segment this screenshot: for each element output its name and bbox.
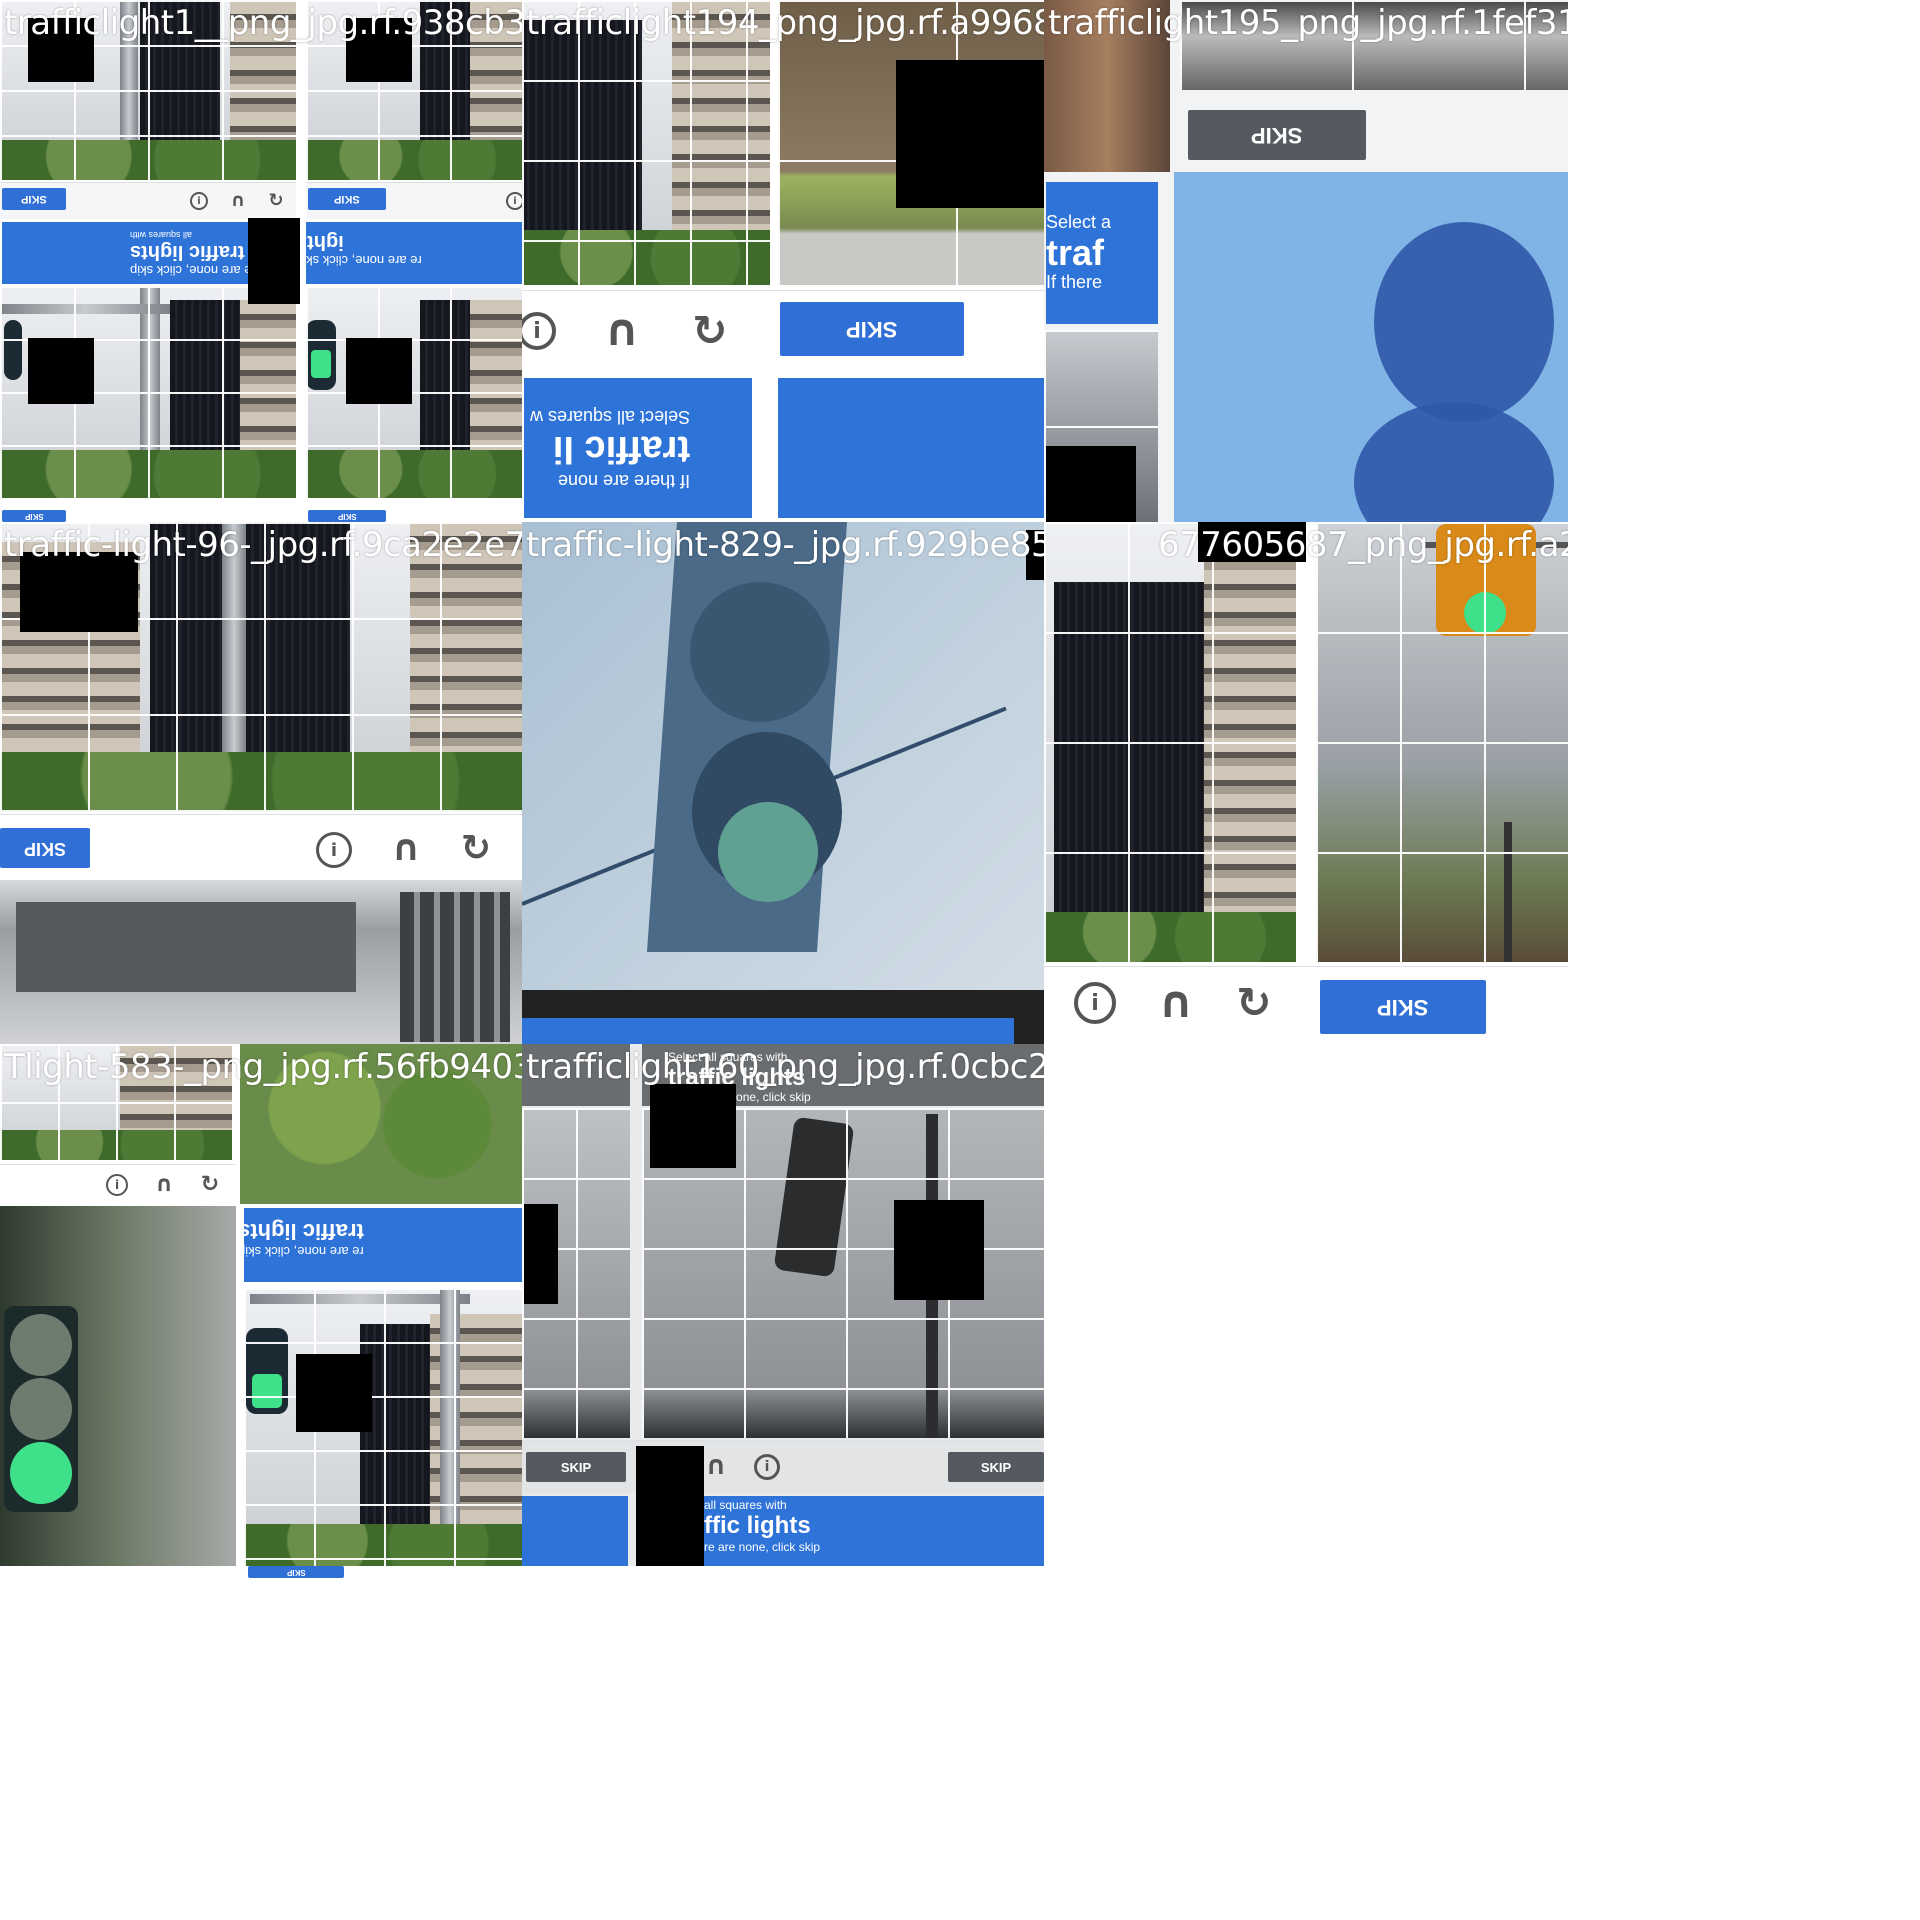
skip-button[interactable]: SKIP — [1188, 110, 1366, 160]
skip-button[interactable]: SKIP — [308, 188, 386, 210]
headphones-icon[interactable]: ∩ — [598, 305, 646, 356]
info-icon[interactable]: i — [106, 1174, 128, 1196]
skip-button[interactable]: SKIP — [948, 1452, 1044, 1482]
reload-icon[interactable]: ↻ — [686, 306, 734, 355]
tile-caption: Tlight-583-_png_jpg.rf.56fb9403cbf5a905 — [4, 1047, 522, 1087]
mosaic-tile-3: SKIP Select a traf If there trafficlight… — [1044, 0, 1568, 522]
skip-button[interactable]: SKIP — [526, 1452, 626, 1482]
info-icon[interactable]: i — [1074, 982, 1116, 1024]
info-icon[interactable]: i — [506, 192, 522, 210]
headphones-icon[interactable]: ∩ — [152, 1172, 176, 1197]
mosaic-tile-7: i ∩ ↻ re are none, click skip traffic li… — [0, 1044, 522, 1566]
mosaic-tile-2: i ∩ ↻ SKIP If there are none traffic li … — [522, 0, 1044, 522]
reload-icon[interactable]: ↻ — [1230, 978, 1278, 1027]
captcha-prompt-banner: re are none, click skip traffic lights — [244, 1208, 522, 1282]
reload-icon[interactable]: ↻ — [456, 828, 496, 869]
tile-caption: traffic-light-829-_jpg.rf.929be854e0b6de… — [526, 525, 1044, 565]
skip-button[interactable]: SKIP — [780, 302, 964, 356]
reload-icon[interactable]: ↻ — [266, 190, 286, 211]
mosaic-tile-8-lower — [522, 1566, 1044, 1920]
headphones-icon[interactable]: ∩ — [228, 190, 248, 211]
headphones-icon[interactable]: ∩ — [1152, 977, 1200, 1028]
empty-area — [1044, 1044, 1920, 1920]
mosaic-tile-5: traffic-light-829-_jpg.rf.929be854e0b6de… — [522, 522, 1044, 1044]
info-icon[interactable]: i — [190, 192, 208, 210]
info-icon[interactable]: i — [754, 1454, 780, 1480]
captcha-prompt-banner: If there are none traffic li Select all … — [524, 378, 752, 518]
tile-caption: traffic-light-96-_jpg.rf.9ca2e2e740ffe72 — [4, 525, 522, 565]
mosaic-tile-6: i ∩ ↻ SKIP 677605687_png_jpg.rf.a255bb6c — [1044, 522, 1568, 1044]
mosaic-tile-4: SKIP i ∩ ↻ traffic-light-96-_jpg.rf.9ca2… — [0, 522, 522, 1044]
captcha-prompt-banner: re are none, click skip ights — [306, 222, 522, 284]
tile-caption: trafficlight195_png_jpg.rf.1fef318f4ac7 — [1048, 3, 1568, 43]
reload-icon[interactable]: ↻ — [198, 1172, 222, 1197]
tile-caption: trafficlight1__png_jpg.rf.938cb33a186c8 — [4, 3, 522, 43]
tile-caption: 677605687_png_jpg.rf.a255bb6c — [1158, 525, 1568, 565]
info-icon[interactable]: i — [316, 832, 352, 868]
skip-button[interactable]: SKIP — [2, 188, 66, 210]
tile-caption: trafficlight160_png_jpg.rf.0cbc223c021c8 — [526, 1047, 1044, 1087]
mosaic-tile-1: SKIP i ∩ ↻ SKIP i re are none, click ski… — [0, 0, 522, 522]
mosaic-tile-7-lower: SKIP — [0, 1566, 522, 1920]
skip-button[interactable]: SKIP — [0, 828, 90, 868]
skip-button[interactable]: SKIP — [1320, 980, 1486, 1034]
mosaic-tile-8: Select all squares with traffic lights I… — [522, 1044, 1044, 1566]
headphones-icon[interactable]: ∩ — [386, 828, 426, 869]
headphones-icon[interactable]: ∩ — [702, 1451, 730, 1481]
tile-caption: trafficlight194_png_jpg.rf.a99680264e9e — [526, 3, 1044, 43]
captcha-prompt-banner: Select a traf If there — [1046, 182, 1158, 324]
skip-button[interactable]: SKIP — [248, 1566, 344, 1578]
